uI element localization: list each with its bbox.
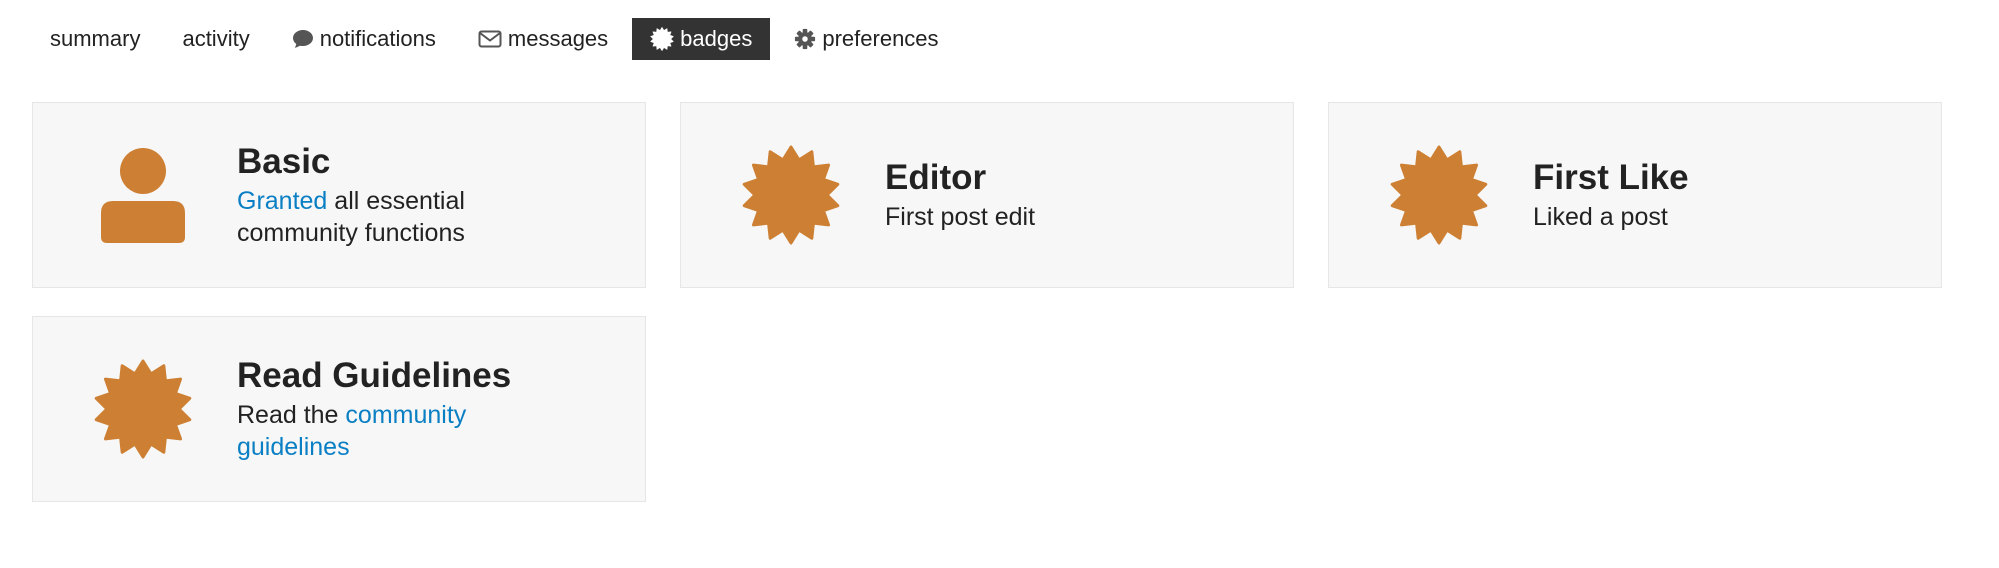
tab-summary[interactable]: summary <box>32 18 158 60</box>
badge-title: Basic <box>237 142 331 181</box>
badge-card-text: First Like Liked a post <box>1533 157 1921 233</box>
tab-messages-label: messages <box>507 26 609 51</box>
badge-description-text: Read the <box>237 401 346 429</box>
user-nav: summary activity notifications messages … <box>32 18 963 60</box>
badge-description: Liked a post <box>1533 203 1668 231</box>
user-icon <box>93 145 193 245</box>
badge-icon <box>741 145 841 245</box>
badge-card-editor[interactable]: Editor First post edit <box>680 102 1294 288</box>
tab-badges-label: badges <box>680 26 753 51</box>
tab-preferences-label: preferences <box>822 26 939 51</box>
tab-badges[interactable]: badges <box>632 18 771 60</box>
tab-notifications-label: notifications <box>319 26 436 51</box>
envelope-icon <box>478 30 502 48</box>
badge-description: Granted all essential community function… <box>237 185 537 249</box>
badge-card-text: Editor First post edit <box>885 157 1273 233</box>
badge-title: Read Guidelines <box>237 356 512 395</box>
tab-notifications[interactable]: notifications <box>274 18 454 60</box>
tab-activity[interactable]: activity <box>164 18 267 60</box>
tab-messages[interactable]: messages <box>460 18 626 60</box>
gear-icon <box>794 28 816 50</box>
badge-description: First post edit <box>885 203 1036 231</box>
comment-icon <box>292 29 314 49</box>
badge-card-text: Basic Granted all essential community fu… <box>237 141 625 249</box>
badge-icon <box>93 359 193 459</box>
tab-summary-label: summary <box>50 26 141 51</box>
badge-card-basic[interactable]: Basic Granted all essential community fu… <box>32 102 646 288</box>
badge-title: First Like <box>1533 158 1689 197</box>
badge-icon <box>1389 145 1489 245</box>
badge-card-text: Read Guidelines Read the community guide… <box>237 355 625 463</box>
badge-description: Read the community guidelines <box>237 399 537 463</box>
granted-link[interactable]: Granted <box>237 187 327 215</box>
badge-card-read-guidelines[interactable]: Read Guidelines Read the community guide… <box>32 316 646 502</box>
tab-activity-label: activity <box>182 26 250 51</box>
badge-icon <box>650 27 674 51</box>
tab-preferences[interactable]: preferences <box>776 18 956 60</box>
badge-card-first-like[interactable]: First Like Liked a post <box>1328 102 1942 288</box>
badge-title: Editor <box>885 158 987 197</box>
